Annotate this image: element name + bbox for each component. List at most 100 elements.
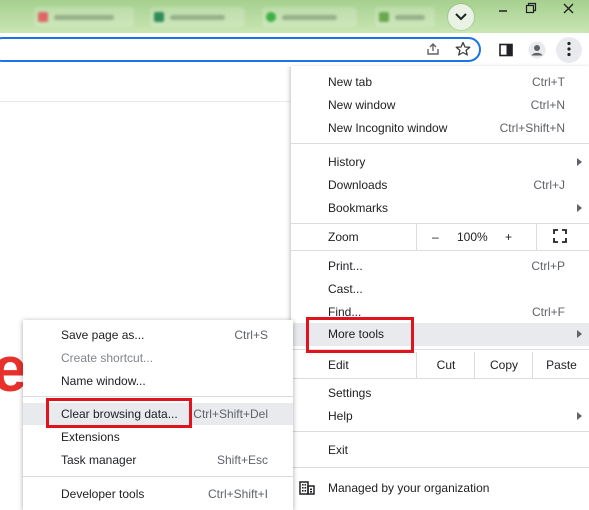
menu-item-label: Exit xyxy=(328,443,349,457)
restore-button[interactable] xyxy=(515,0,547,19)
tab-search-button[interactable] xyxy=(448,4,474,30)
edit-cut-button[interactable]: Cut xyxy=(416,352,475,378)
tab-2[interactable] xyxy=(150,7,245,27)
menu-item-label: Developer tools xyxy=(61,487,145,501)
building-icon xyxy=(299,481,315,498)
menu-item-label: New window xyxy=(328,98,396,112)
profile-icon[interactable] xyxy=(527,40,547,60)
submenu-arrow-icon xyxy=(577,158,582,166)
tab-title xyxy=(395,15,425,20)
chrome-menu-button[interactable] xyxy=(556,37,582,63)
tab-1[interactable] xyxy=(34,7,134,27)
menu-item-label: Name window... xyxy=(61,374,146,388)
menu-item-label: Print... xyxy=(328,259,363,273)
browser-toolbar xyxy=(0,33,589,68)
submenu-arrow-icon xyxy=(577,330,582,338)
menu-item-label: New tab xyxy=(328,75,373,89)
menu-item-downloads[interactable]: Downloads Ctrl+J xyxy=(291,174,589,197)
chrome-menu: New tab Ctrl+T New window Ctrl+N New Inc… xyxy=(291,66,589,510)
menu-item-new-incognito-window[interactable]: New Incognito window Ctrl+Shift+N xyxy=(291,117,589,140)
fullscreen-button[interactable] xyxy=(536,223,589,250)
menu-item-label: Create shortcut... xyxy=(61,351,154,365)
close-window-button[interactable] xyxy=(549,0,587,19)
highlight-box-more-tools xyxy=(306,317,414,353)
edit-paste-button[interactable]: Paste xyxy=(532,352,589,378)
submenu-item-name-window[interactable]: Name window... xyxy=(23,370,293,392)
submenu-item-task-manager[interactable]: Task manager Shift+Esc xyxy=(23,449,293,471)
tab-title xyxy=(170,15,225,20)
menu-item-exit[interactable]: Exit xyxy=(291,439,589,462)
menu-item-label: Settings xyxy=(328,386,372,400)
submenu-arrow-icon xyxy=(577,204,582,212)
tab-3[interactable] xyxy=(262,7,357,27)
menu-item-shortcut: Ctrl+J xyxy=(533,178,565,192)
close-icon xyxy=(563,3,574,17)
menu-item-print[interactable]: Print... Ctrl+P xyxy=(291,255,589,278)
tab-favicon xyxy=(266,12,276,22)
menu-separator xyxy=(291,143,589,144)
menu-item-label: Managed by your organization xyxy=(328,481,490,495)
menu-item-label: Help xyxy=(328,409,353,423)
highlight-box-clear-browsing-data xyxy=(46,398,192,428)
copy-label: Copy xyxy=(489,358,518,372)
menu-item-managed[interactable]: Managed by your organization xyxy=(291,477,589,500)
menu-separator xyxy=(291,467,589,468)
menu-item-shortcut: Ctrl+Shift+N xyxy=(499,121,565,135)
restore-icon xyxy=(525,2,537,17)
menu-separator xyxy=(23,396,293,397)
zoom-in-button[interactable]: + xyxy=(505,230,512,244)
menu-item-shortcut: Ctrl+F xyxy=(532,305,565,319)
menu-item-shortcut: Shift+Esc xyxy=(216,453,268,467)
menu-item-label: Downloads xyxy=(328,178,388,192)
menu-separator xyxy=(291,378,589,379)
menu-item-shortcut: Ctrl+T xyxy=(532,75,565,89)
menu-item-label: Task manager xyxy=(61,453,137,467)
submenu-item-developer-tools[interactable]: Developer tools Ctrl+Shift+I xyxy=(23,483,293,505)
star-icon[interactable] xyxy=(454,40,472,58)
menu-item-history[interactable]: History xyxy=(291,151,589,174)
menu-item-label: Bookmarks xyxy=(328,201,389,215)
share-icon[interactable] xyxy=(424,40,442,58)
zoom-controls: – 100% + xyxy=(416,223,537,250)
menu-item-shortcut: Ctrl+Shift+I xyxy=(207,487,268,501)
menu-separator xyxy=(291,431,589,432)
tab-strip xyxy=(0,0,589,33)
tab-favicon xyxy=(379,12,389,22)
menu-item-bookmarks[interactable]: Bookmarks xyxy=(291,197,589,220)
fullscreen-icon xyxy=(553,229,567,246)
menu-item-shortcut: Ctrl+S xyxy=(234,328,268,342)
menu-item-settings[interactable]: Settings xyxy=(291,382,589,405)
menu-separator xyxy=(291,250,589,251)
menu-item-label: Cast... xyxy=(328,282,363,296)
menu-item-help[interactable]: Help xyxy=(291,405,589,428)
paste-label: Paste xyxy=(546,358,577,372)
menu-item-shortcut: Ctrl+N xyxy=(530,98,565,112)
submenu-item-save-page[interactable]: Save page as... Ctrl+S xyxy=(23,324,293,346)
submenu-item-extensions[interactable]: Extensions xyxy=(23,426,293,448)
tab-favicon xyxy=(38,12,48,22)
menu-item-cast[interactable]: Cast... xyxy=(291,278,589,301)
cut-label: Cut xyxy=(436,358,456,372)
menu-item-label: Save page as... xyxy=(61,328,145,342)
menu-item-label: Extensions xyxy=(61,430,120,444)
zoom-level: 100% xyxy=(457,230,488,244)
menu-item-label: Zoom xyxy=(328,230,359,244)
minimize-icon xyxy=(498,3,508,17)
tab-4[interactable] xyxy=(375,7,435,27)
side-panel-icon[interactable] xyxy=(496,40,516,60)
submenu-item-create-shortcut[interactable]: Create shortcut... xyxy=(23,347,293,369)
page-divider xyxy=(0,101,290,102)
tab-title xyxy=(282,15,337,20)
zoom-out-button[interactable]: – xyxy=(432,230,439,244)
menu-item-shortcut: Ctrl+Shift+Del xyxy=(193,407,268,421)
edit-copy-button[interactable]: Copy xyxy=(474,352,533,378)
menu-item-new-tab[interactable]: New tab Ctrl+T xyxy=(291,71,589,94)
menu-item-label: New Incognito window xyxy=(328,121,448,135)
menu-separator xyxy=(23,476,293,477)
tab-favicon xyxy=(154,12,164,22)
menu-item-label: History xyxy=(328,155,366,169)
address-bar[interactable] xyxy=(0,37,481,62)
menu-item-new-window[interactable]: New window Ctrl+N xyxy=(291,94,589,117)
chevron-down-icon xyxy=(455,10,467,24)
menu-item-shortcut: Ctrl+P xyxy=(531,259,565,273)
